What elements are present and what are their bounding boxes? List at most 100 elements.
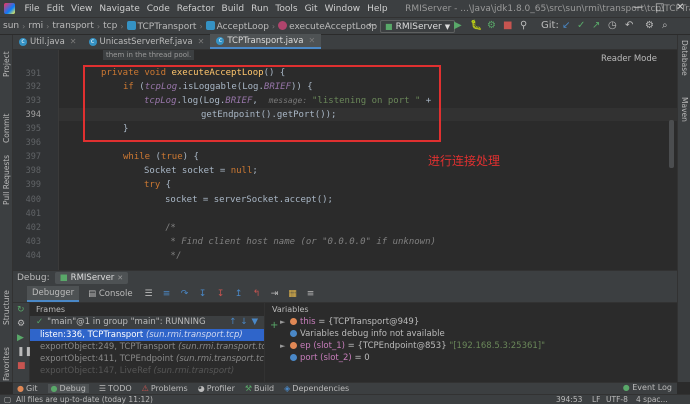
thread-selector[interactable]: ✓ "main"@1 in group "main": RUNNING ↑ ↓ …	[30, 316, 264, 329]
tab-unicastserverref-java[interactable]: c UnicastServerRef.java ✕	[83, 34, 211, 49]
close-icon[interactable]: ✕	[676, 2, 684, 13]
resume-icon[interactable]: ▶	[17, 333, 24, 343]
code-line-403[interactable]: * Find client host name (or "0.0.0.0" if…	[165, 237, 436, 247]
menu-window[interactable]: Window	[321, 4, 364, 14]
breadcrumb-sun[interactable]: sun	[2, 21, 20, 31]
tool-window-commit[interactable]: Commit	[2, 114, 11, 143]
evaluate-expression-icon[interactable]: ▦	[286, 289, 300, 299]
menu-tools[interactable]: Tools	[272, 4, 301, 14]
menu-view[interactable]: View	[68, 4, 96, 14]
breadcrumb-method[interactable]: executeAcceptLoop	[277, 20, 378, 32]
tool-problems[interactable]: ⚠ Problems	[142, 384, 188, 393]
settings-icon[interactable]: ⚙	[645, 20, 654, 31]
variable-row[interactable]: Variables debug info not available	[266, 328, 677, 340]
code-line-404[interactable]: */	[165, 251, 181, 261]
stop-icon[interactable]: ■	[503, 20, 512, 31]
search-icon[interactable]: ⚲	[520, 20, 527, 31]
file-encoding[interactable]: UTF-8	[606, 395, 628, 404]
search-everywhere-icon[interactable]: ⌕	[662, 20, 668, 31]
coverage-icon[interactable]: ⚙	[487, 20, 496, 31]
stack-frame[interactable]: exportObject:249, TCPTransport (sun.rmi.…	[30, 341, 264, 353]
stack-frame[interactable]: exportObject:411, TCPEndpoint (sun.rmi.t…	[30, 353, 264, 365]
run-icon[interactable]: ▶	[454, 20, 462, 31]
code-line-402[interactable]: /*	[165, 223, 176, 233]
rollback-icon[interactable]: ↶	[625, 20, 633, 31]
force-step-into-icon[interactable]: ↧	[214, 289, 228, 299]
close-tab-icon[interactable]: ✕	[198, 37, 205, 46]
debug-session-tab[interactable]: ■ RMIServer ✕	[54, 272, 129, 284]
intellij-logo-icon[interactable]	[4, 3, 15, 14]
step-out-icon[interactable]: ↥	[232, 289, 246, 299]
step-over-icon[interactable]: ↷	[178, 289, 192, 299]
tool-profiler[interactable]: ◕ Profiler	[198, 384, 235, 393]
menu-edit[interactable]: Edit	[43, 4, 67, 14]
close-tab-icon[interactable]: ✕	[309, 36, 316, 45]
line-separator[interactable]: LF	[592, 395, 601, 404]
breadcrumb-rmi[interactable]: rmi	[27, 21, 44, 31]
tab-console[interactable]: ▤ Console	[83, 287, 137, 301]
tab-debugger[interactable]: Debugger	[27, 285, 80, 302]
menu-build[interactable]: Build	[218, 4, 248, 14]
tool-todo[interactable]: ☰ TODO	[99, 384, 132, 393]
down-arrow-icon[interactable]: ↓	[240, 316, 247, 329]
tab-tcptransport-java[interactable]: c TCPTransport.java ✕	[210, 34, 322, 49]
step-into-icon[interactable]: ↧	[196, 289, 210, 299]
menu-refactor[interactable]: Refactor	[173, 4, 218, 14]
reader-mode-toggle[interactable]: Reader Mode	[601, 54, 657, 64]
settings-icon[interactable]: ⚙	[17, 319, 25, 329]
tool-debug[interactable]: ● Debug	[47, 384, 89, 393]
indent-setting[interactable]: 4 spac...	[636, 395, 668, 404]
menu-help[interactable]: Help	[364, 4, 392, 14]
tool-window-database[interactable]: Database	[680, 40, 689, 76]
line-gutter[interactable]: 391 392 393 394 395 396 397 398 399 400 …	[13, 50, 59, 270]
tool-git[interactable]: ● Git	[17, 384, 38, 393]
run-to-cursor-icon[interactable]: ⇥	[268, 289, 282, 299]
menu-code[interactable]: Code	[143, 4, 173, 14]
menu-navigate[interactable]: Navigate	[96, 4, 143, 14]
tool-dependencies[interactable]: ◈ Dependencies	[284, 384, 349, 393]
variable-row[interactable]: port (slot_2) = 0	[266, 352, 677, 364]
event-log-button[interactable]: ● Event Log	[623, 383, 672, 392]
tool-window-favorites[interactable]: Favorites	[2, 347, 11, 381]
menu-file[interactable]: File	[21, 4, 43, 14]
status-message[interactable]: All files are up-to-date (today 11:12)	[16, 395, 153, 404]
breadcrumb-tcptransport[interactable]: TCPTransport	[126, 20, 198, 32]
code-line-400[interactable]: socket = serverSocket.accept();	[165, 195, 333, 205]
debug-icon[interactable]: 🐛	[470, 20, 482, 31]
caret-position[interactable]: 394:53	[556, 395, 582, 404]
drop-frame-icon[interactable]: ↰	[250, 289, 264, 299]
code-editor[interactable]: 391 392 393 394 395 396 397 398 399 400 …	[13, 50, 677, 270]
breadcrumb-transport[interactable]: transport	[51, 21, 95, 31]
variable-row[interactable]: ► this = {TCPTransport@949}	[266, 316, 677, 328]
menu-git[interactable]: Git	[301, 4, 321, 14]
stop-icon[interactable]: ■	[17, 361, 26, 371]
expand-icon[interactable]: ►	[280, 316, 285, 328]
history-icon[interactable]: ◷	[608, 20, 617, 31]
tool-window-project[interactable]: Project	[2, 51, 11, 77]
tool-window-pull-requests[interactable]: Pull Requests	[2, 155, 11, 205]
menu-run[interactable]: Run	[248, 4, 272, 14]
variable-row[interactable]: ► ep (slot_1) = {TCPEndpoint@853} "[192.1…	[266, 340, 677, 352]
code-line-399[interactable]: try {	[144, 180, 171, 190]
trace-icon[interactable]: ≡	[304, 289, 318, 299]
tool-window-maven[interactable]: Maven	[680, 97, 689, 122]
back-arrow-icon[interactable]: ←	[368, 20, 376, 31]
git-update-icon[interactable]: ↙	[562, 20, 570, 31]
git-commit-icon[interactable]: ✓	[577, 20, 585, 31]
close-icon[interactable]: ✕	[117, 274, 123, 282]
stack-frame[interactable]: listen:336, TCPTransport (sun.rmi.transp…	[30, 329, 264, 341]
tool-window-structure[interactable]: Structure	[2, 290, 11, 325]
tool-build[interactable]: ⚒ Build	[245, 384, 274, 393]
editor-scrollbar[interactable]	[669, 120, 674, 168]
close-tab-icon[interactable]: ✕	[70, 37, 77, 46]
up-arrow-icon[interactable]: ↑	[229, 316, 236, 329]
minimize-icon[interactable]: —	[633, 2, 643, 13]
breadcrumb-tcp[interactable]: tcp	[102, 21, 118, 31]
run-configuration-select[interactable]: ■ RMIServer ▼	[380, 20, 456, 33]
tab-util-java[interactable]: c Util.java ✕	[13, 34, 83, 49]
git-push-icon[interactable]: ↗	[592, 20, 600, 31]
layout-icon[interactable]: ☰	[142, 289, 156, 299]
code-line-398[interactable]: Socket socket = null;	[144, 166, 258, 176]
rerun-icon[interactable]: ↻	[17, 305, 25, 315]
breadcrumb-acceptloop[interactable]: AcceptLoop	[205, 20, 270, 32]
